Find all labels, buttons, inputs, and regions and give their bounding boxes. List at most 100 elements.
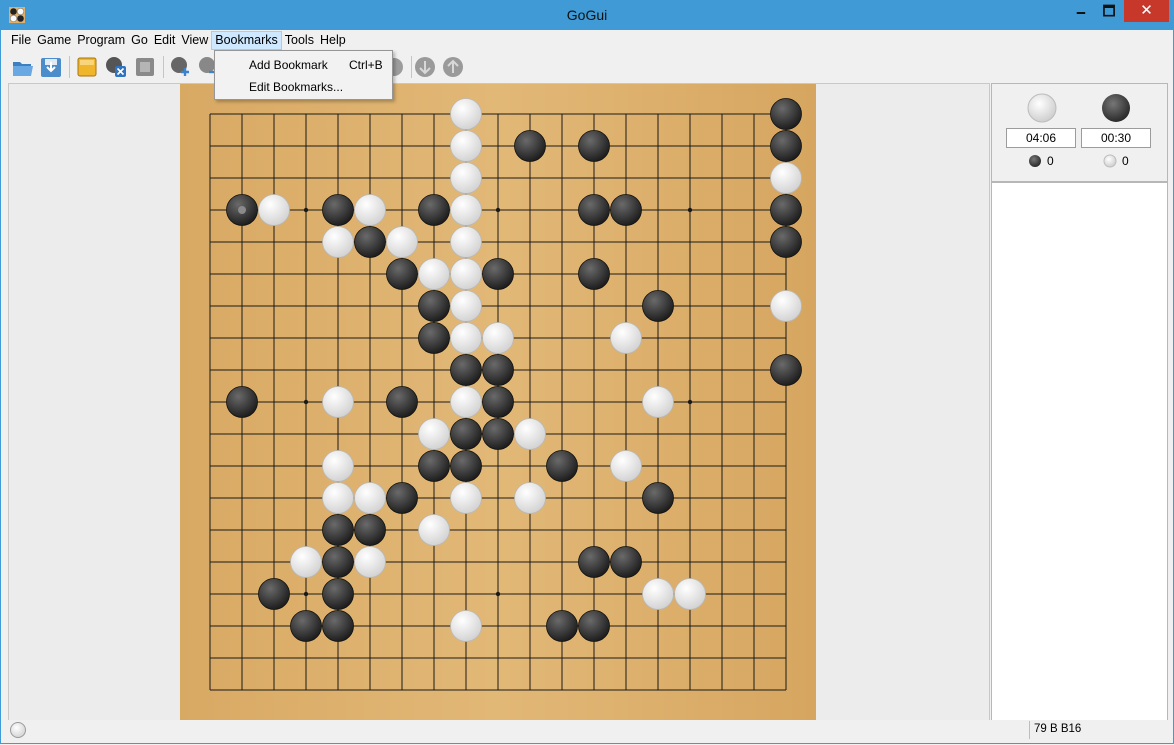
black-stone[interactable] <box>482 386 514 418</box>
white-stone[interactable] <box>354 482 386 514</box>
black-stone[interactable] <box>322 546 354 578</box>
black-stone[interactable] <box>610 546 642 578</box>
white-stone[interactable] <box>450 194 482 226</box>
black-stone[interactable] <box>354 226 386 258</box>
white-stone[interactable] <box>418 418 450 450</box>
white-stone[interactable] <box>450 130 482 162</box>
black-stone[interactable] <box>642 290 674 322</box>
open-file-icon[interactable] <box>10 54 36 80</box>
black-stone[interactable] <box>770 226 802 258</box>
white-stone[interactable] <box>482 322 514 354</box>
black-stone[interactable] <box>418 450 450 482</box>
black-stone[interactable] <box>322 514 354 546</box>
close-button[interactable]: ✕ <box>1124 0 1169 22</box>
black-stone[interactable] <box>642 482 674 514</box>
minimize-button[interactable]: 🗕 <box>1068 0 1094 22</box>
white-stone[interactable] <box>450 482 482 514</box>
menu-go[interactable]: Go <box>128 31 151 50</box>
menu-view[interactable]: View <box>178 31 211 50</box>
white-stone[interactable] <box>258 194 290 226</box>
white-stone[interactable] <box>514 482 546 514</box>
white-stone[interactable] <box>770 290 802 322</box>
menu-edit[interactable]: Edit <box>151 31 179 50</box>
black-stone[interactable] <box>386 482 418 514</box>
add-bookmark-menu-item[interactable]: Add Bookmark Ctrl+B <box>216 54 391 76</box>
black-stone[interactable] <box>322 578 354 610</box>
black-stone[interactable] <box>386 258 418 290</box>
black-stone[interactable] <box>450 418 482 450</box>
black-stone[interactable] <box>418 194 450 226</box>
forward-icon[interactable] <box>440 54 466 80</box>
black-stone[interactable] <box>578 130 610 162</box>
white-stone[interactable] <box>418 258 450 290</box>
white-stone[interactable] <box>450 290 482 322</box>
black-stone[interactable] <box>482 354 514 386</box>
white-stone[interactable] <box>322 386 354 418</box>
menu-bookmarks[interactable]: Bookmarks <box>211 31 282 50</box>
stop-icon[interactable] <box>132 54 158 80</box>
white-stone[interactable] <box>322 482 354 514</box>
go-board[interactable] <box>180 84 816 720</box>
white-stone[interactable] <box>610 322 642 354</box>
black-stone[interactable] <box>546 450 578 482</box>
comment-area[interactable] <box>991 182 1168 721</box>
black-stone[interactable] <box>322 194 354 226</box>
black-stone[interactable] <box>482 258 514 290</box>
black-stone[interactable] <box>578 546 610 578</box>
black-stone[interactable] <box>770 354 802 386</box>
menu-game[interactable]: Game <box>34 31 74 50</box>
maximize-button[interactable]: 🗖 <box>1096 0 1122 22</box>
white-stone[interactable] <box>354 194 386 226</box>
white-stone[interactable] <box>322 450 354 482</box>
menu-program[interactable]: Program <box>74 31 128 50</box>
white-stone[interactable] <box>450 322 482 354</box>
save-file-icon[interactable] <box>38 54 64 80</box>
black-stone[interactable] <box>770 98 802 130</box>
black-stone[interactable] <box>578 610 610 642</box>
white-stone[interactable] <box>354 546 386 578</box>
menu-help[interactable]: Help <box>317 31 349 50</box>
white-stone[interactable] <box>450 98 482 130</box>
white-stone[interactable] <box>450 226 482 258</box>
black-stone[interactable] <box>578 258 610 290</box>
board-grid[interactable] <box>180 84 816 720</box>
white-stone[interactable] <box>674 578 706 610</box>
new-game-icon[interactable] <box>74 54 100 80</box>
black-stone[interactable] <box>418 290 450 322</box>
white-stone[interactable] <box>610 450 642 482</box>
black-stone[interactable] <box>450 354 482 386</box>
white-stone[interactable] <box>770 162 802 194</box>
menu-file[interactable]: File <box>8 31 34 50</box>
white-stone[interactable] <box>450 610 482 642</box>
black-stone[interactable] <box>770 194 802 226</box>
white-stone[interactable] <box>386 226 418 258</box>
black-stone[interactable] <box>578 194 610 226</box>
black-stone[interactable] <box>482 418 514 450</box>
close-program-icon[interactable] <box>103 54 129 80</box>
black-stone[interactable] <box>546 610 578 642</box>
white-stone[interactable] <box>514 418 546 450</box>
white-stone[interactable] <box>450 386 482 418</box>
white-stone[interactable] <box>322 226 354 258</box>
white-stone[interactable] <box>418 514 450 546</box>
black-stone[interactable] <box>514 130 546 162</box>
black-stone[interactable] <box>770 130 802 162</box>
white-stone[interactable] <box>450 162 482 194</box>
attach-program-icon[interactable] <box>168 54 194 80</box>
back-icon[interactable] <box>412 54 438 80</box>
black-stone[interactable] <box>290 610 322 642</box>
black-stone[interactable] <box>226 386 258 418</box>
white-stone[interactable] <box>642 578 674 610</box>
white-stone[interactable] <box>642 386 674 418</box>
edit-bookmarks-menu-item[interactable]: Edit Bookmarks... <box>216 76 391 98</box>
menu-tools[interactable]: Tools <box>282 31 317 50</box>
black-stone[interactable] <box>418 322 450 354</box>
black-stone[interactable] <box>610 194 642 226</box>
black-stone[interactable] <box>258 578 290 610</box>
white-stone[interactable] <box>450 258 482 290</box>
black-stone[interactable] <box>450 450 482 482</box>
black-stone[interactable] <box>322 610 354 642</box>
white-stone[interactable] <box>290 546 322 578</box>
black-stone[interactable] <box>386 386 418 418</box>
black-stone[interactable] <box>354 514 386 546</box>
